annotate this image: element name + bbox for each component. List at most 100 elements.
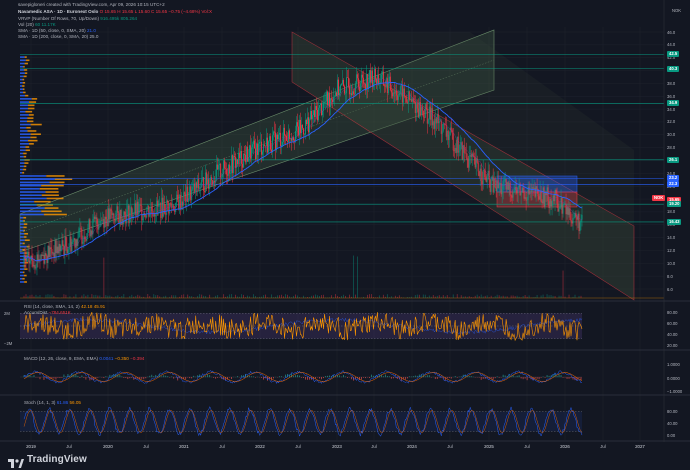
candle-body — [42, 254, 44, 256]
volume-bar — [442, 295, 444, 298]
candle-body — [50, 247, 52, 250]
candle-body — [64, 236, 66, 255]
candle-body — [97, 223, 99, 230]
volume-bar — [554, 296, 556, 298]
macd-histogram-bar — [103, 377, 105, 379]
macd-histogram-bar — [123, 377, 125, 378]
rsi-axis-label: 40.00 — [667, 332, 678, 337]
volume-bar — [95, 294, 97, 298]
macd-histogram-bar — [482, 377, 484, 379]
volume-bar — [169, 296, 171, 298]
candle-body — [58, 243, 60, 254]
candle-body — [283, 127, 284, 142]
vrvp-bar-down — [23, 236, 27, 238]
price-axis-label: 10.0 — [667, 260, 676, 266]
vrvp-bar-down — [22, 88, 25, 91]
volume-bar — [181, 294, 183, 298]
candle-body — [32, 260, 34, 267]
candle-body — [352, 91, 354, 94]
vrvp-bar-down — [22, 85, 25, 87]
volume-bar — [434, 296, 436, 298]
volume-bar — [263, 295, 264, 298]
volume-bar — [287, 294, 288, 298]
volume-bar — [217, 295, 219, 298]
macd-histogram-bar — [319, 377, 320, 379]
candle-body — [319, 104, 320, 108]
stoch-legend[interactable]: Stoch (14, 1, 3) 61.86 56.05 — [24, 400, 81, 405]
vrvp-bar-down — [22, 242, 25, 245]
price-axis-label: 32.0 — [667, 119, 676, 125]
vrvp-bar-down — [24, 239, 30, 242]
macd-histogram-bar — [193, 375, 195, 378]
price-level-tag: 26.1 — [667, 156, 680, 163]
volume-bar — [484, 295, 486, 298]
candle-body — [361, 74, 363, 78]
vrvp-bar-down — [25, 110, 33, 113]
candle-body — [254, 140, 256, 149]
macd-histogram-bar — [430, 377, 432, 378]
candle-body — [127, 205, 129, 210]
price-chart-canvas[interactable] — [0, 0, 690, 470]
macd-histogram-bar — [345, 376, 346, 378]
candle-body — [407, 91, 409, 103]
candle-body — [501, 189, 503, 195]
vrvp-bar-up — [20, 171, 23, 174]
volume-bar — [474, 295, 476, 298]
rsi-legend[interactable]: RSI (14, close, SMA, 14, 2) 42.18 45.91 — [24, 304, 105, 309]
macd-histogram-bar — [255, 377, 256, 378]
macd-histogram-bar — [251, 376, 252, 378]
volume-bar — [103, 257, 105, 298]
vrvp-bar-up — [20, 281, 25, 283]
vrvp-bar-up — [20, 261, 24, 264]
macd-histogram-bar — [556, 375, 558, 378]
candle-body — [338, 93, 340, 96]
vrvp-bar-down — [23, 223, 28, 225]
candle-body — [230, 173, 232, 174]
candle-body — [299, 119, 300, 136]
candle-body — [572, 218, 574, 224]
macd-histogram-bar — [460, 376, 462, 378]
candle-body — [528, 186, 530, 194]
candle-body — [123, 211, 125, 225]
volume-bar — [366, 294, 368, 298]
candle-body — [356, 74, 358, 79]
candle-body — [83, 236, 85, 243]
tradingview-logo-icon — [8, 455, 24, 468]
candle-body — [425, 104, 427, 110]
price-axis-label: 46.0 — [667, 29, 676, 35]
rsi-axis-label: 60.00 — [667, 321, 678, 326]
tradingview-logo[interactable]: TradingView — [8, 454, 87, 468]
candle-body — [73, 238, 75, 241]
candle-body — [109, 209, 111, 220]
macd-histogram-bar — [520, 377, 522, 379]
macd-histogram-bar — [498, 377, 500, 378]
candle-body — [78, 228, 80, 239]
macd-histogram-bar — [538, 377, 540, 380]
vrvp-bar-down — [23, 75, 27, 78]
volume-bar — [462, 296, 464, 298]
candle-body — [493, 178, 495, 193]
macd-legend[interactable]: MACD (12, 26, close, 9, EMA, EMA) 0.0041… — [24, 356, 144, 361]
candle-body — [119, 209, 121, 224]
candle-body — [514, 186, 516, 192]
macd-histogram-bar — [143, 377, 145, 380]
volume-bar — [203, 295, 205, 298]
candle-body — [209, 184, 211, 189]
volume-bar — [410, 296, 412, 298]
candle-body — [136, 201, 138, 216]
candle-body — [187, 186, 189, 202]
currency-label[interactable]: NOK — [672, 8, 681, 13]
macd-histogram-bar — [127, 377, 129, 380]
candle-body — [397, 95, 399, 100]
macd-histogram-bar — [165, 375, 167, 378]
vrvp-bar-down — [27, 107, 35, 110]
volume-bar — [51, 294, 53, 298]
macd-histogram-bar — [468, 376, 470, 378]
candle-body — [402, 88, 404, 103]
candle-body — [424, 104, 426, 118]
candle-body — [524, 197, 526, 199]
vrvp-bar-down — [25, 94, 29, 97]
candle-body — [216, 164, 218, 180]
accum-legend[interactable]: Accum/Dist −784.651K — [24, 310, 71, 315]
time-axis-label: Jul — [371, 444, 377, 449]
